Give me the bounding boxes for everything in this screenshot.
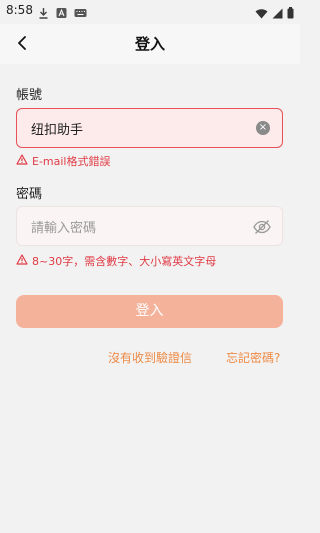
- warning-icon: [16, 154, 28, 168]
- account-value: 纽扣助手: [31, 123, 84, 138]
- account-label: 帳號: [16, 88, 43, 103]
- warning-icon: [16, 254, 28, 268]
- password-hint-text: 8~30字，需含數字、大小寫英文字母: [32, 255, 217, 268]
- forgot-password-link[interactable]: 忘記密碼?: [226, 349, 280, 366]
- nav-bar: 登入: [0, 24, 300, 64]
- battery-icon: [287, 4, 294, 23]
- resend-verification-link[interactable]: 沒有收到驗證信: [108, 349, 192, 366]
- clear-icon[interactable]: ×: [256, 121, 270, 135]
- account-error: E-mail格式錯誤: [16, 153, 111, 169]
- signal-icon: [272, 4, 283, 23]
- password-label: 密碼: [16, 187, 43, 202]
- password-input[interactable]: 請輸入密碼: [16, 206, 283, 246]
- text-a-icon: [56, 4, 67, 23]
- account-error-text: E-mail格式錯誤: [32, 155, 111, 168]
- account-input[interactable]: 纽扣助手 ×: [16, 108, 283, 148]
- wifi-icon: [255, 4, 268, 23]
- download-icon: [38, 4, 49, 23]
- password-hint: 8~30字，需含數字、大小寫英文字母: [16, 253, 216, 269]
- status-bar: 8:58: [0, 0, 300, 24]
- password-placeholder: 請輸入密碼: [31, 221, 97, 236]
- login-button[interactable]: 登入: [16, 295, 283, 328]
- eye-off-icon[interactable]: [252, 217, 272, 237]
- page-title: 登入: [134, 35, 165, 53]
- keyboard-icon: [74, 4, 87, 23]
- status-time: 8:58: [6, 3, 33, 17]
